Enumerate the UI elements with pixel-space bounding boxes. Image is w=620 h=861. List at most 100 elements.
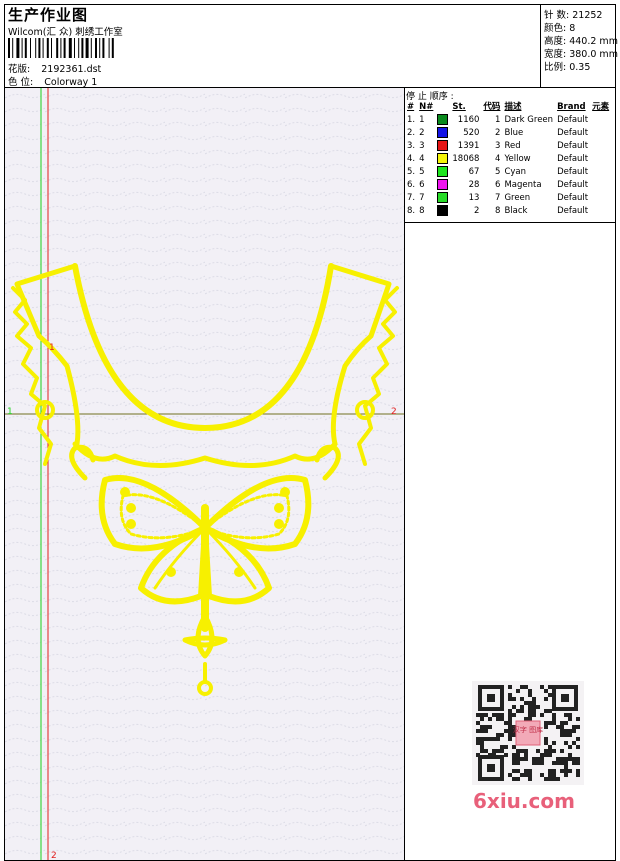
col-brand: Brand bbox=[557, 102, 586, 112]
stop-index: 8. bbox=[407, 206, 416, 216]
color-swatch bbox=[437, 166, 449, 177]
stop-code: 5 bbox=[495, 167, 501, 177]
table-row: 4. 4 18068 4 Yellow Default bbox=[405, 153, 611, 166]
design-preview: 1 1 2 2 bbox=[4, 87, 405, 861]
stop-brand: Default bbox=[557, 206, 589, 216]
stop-swatch bbox=[435, 192, 450, 205]
stop-stitches: 1160 bbox=[457, 115, 480, 125]
color-count: 颜色: 8 bbox=[544, 23, 576, 34]
qr-code-icon: 汉字 图库 bbox=[472, 681, 584, 785]
col-needle: N# bbox=[419, 102, 434, 112]
color-swatch bbox=[437, 153, 449, 164]
stop-needle: 6 bbox=[419, 180, 425, 190]
stop-element bbox=[590, 153, 611, 166]
stop-swatch bbox=[435, 153, 450, 166]
stop-index: 3. bbox=[407, 141, 416, 151]
stop-desc: Magenta bbox=[504, 180, 542, 190]
col-stitches: St. bbox=[452, 102, 466, 112]
axis-label-left: 1 bbox=[7, 407, 13, 417]
stop-desc: Red bbox=[504, 141, 521, 151]
stop-code: 1 bbox=[495, 115, 501, 125]
stop-swatch bbox=[435, 114, 450, 127]
stop-code: 3 bbox=[495, 141, 501, 151]
stop-swatch bbox=[435, 205, 450, 218]
stop-needle: 1 bbox=[419, 115, 425, 125]
page-title: 生产作业图 bbox=[8, 6, 89, 24]
stop-index: 7. bbox=[407, 193, 416, 203]
stop-element bbox=[590, 114, 611, 127]
stop-stitches: 2 bbox=[474, 206, 480, 216]
colorway-row: 色 位: Colorway 1 bbox=[8, 74, 97, 88]
stop-element bbox=[590, 205, 611, 218]
stop-index: 5. bbox=[407, 167, 416, 177]
stop-swatch bbox=[435, 127, 450, 140]
col-element: 元素 bbox=[592, 102, 610, 112]
stop-element bbox=[590, 127, 611, 140]
stop-element bbox=[590, 192, 611, 205]
stitch-count: 针 数: 21252 bbox=[544, 10, 603, 21]
stop-code: 8 bbox=[495, 206, 501, 216]
stop-element bbox=[590, 179, 611, 192]
barcode-icon bbox=[8, 38, 114, 58]
color-swatch bbox=[437, 205, 449, 216]
stop-code: 7 bbox=[495, 193, 501, 203]
stop-brand: Default bbox=[557, 154, 589, 164]
table-row: 6. 6 28 6 Magenta Default bbox=[405, 179, 611, 192]
stop-brand: Default bbox=[557, 141, 589, 151]
stop-desc: Cyan bbox=[504, 167, 526, 177]
axis-label-left-top: 1 bbox=[49, 343, 55, 353]
stop-index: 4. bbox=[407, 154, 416, 164]
stop-stitches: 67 bbox=[468, 167, 480, 177]
pattern-row: 花版: 2192361.dst bbox=[8, 61, 101, 75]
stop-needle: 7 bbox=[419, 193, 425, 203]
stop-index: 1. bbox=[407, 115, 416, 125]
embroidery-drawing: 1 1 2 2 bbox=[5, 88, 404, 861]
stop-swatch bbox=[435, 140, 450, 153]
table-row: 3. 3 1391 3 Red Default bbox=[405, 140, 611, 153]
stop-brand: Default bbox=[557, 193, 589, 203]
studio-name: Wilcom(汇 众) 刺绣工作室 bbox=[8, 27, 123, 38]
col-index: # bbox=[407, 102, 415, 112]
stop-element bbox=[590, 166, 611, 179]
design-scale: 比例: 0.35 bbox=[544, 62, 591, 73]
stop-element bbox=[590, 140, 611, 153]
color-swatch bbox=[437, 127, 449, 138]
stop-index: 2. bbox=[407, 128, 416, 138]
stop-needle: 8 bbox=[419, 206, 425, 216]
col-code: 代码 bbox=[483, 102, 501, 112]
stop-desc: Green bbox=[504, 193, 531, 203]
stop-index: 6. bbox=[407, 180, 416, 190]
stop-desc: Yellow bbox=[504, 154, 531, 164]
stop-swatch bbox=[435, 179, 450, 192]
stop-code: 4 bbox=[495, 154, 501, 164]
color-stops-table: # N# St. 代码 描述 Brand 元素 1. 1 1160 1 Dark Gre… bbox=[405, 101, 611, 218]
color-swatch bbox=[437, 114, 449, 125]
stop-brand: Default bbox=[557, 167, 589, 177]
design-height: 高度: 440.2 mm bbox=[544, 36, 618, 47]
color-stops-header: # N# St. 代码 描述 Brand 元素 bbox=[405, 101, 611, 114]
color-swatch bbox=[437, 192, 449, 203]
watermark-text: 6xiu.com bbox=[473, 789, 575, 813]
col-swatch bbox=[435, 101, 450, 114]
stop-needle: 2 bbox=[419, 128, 425, 138]
axis-label-right: 2 bbox=[391, 407, 397, 417]
col-desc: 描述 bbox=[504, 102, 522, 112]
axis-label-bottom: 2 bbox=[51, 851, 57, 861]
color-swatch bbox=[437, 179, 449, 190]
color-swatch bbox=[437, 140, 449, 151]
stop-code: 2 bbox=[495, 128, 501, 138]
stop-code: 6 bbox=[495, 180, 501, 190]
stop-needle: 3 bbox=[419, 141, 425, 151]
stop-stitches: 18068 bbox=[452, 154, 480, 164]
stop-brand: Default bbox=[557, 115, 589, 125]
design-width: 宽度: 380.0 mm bbox=[544, 49, 618, 60]
stop-desc: Blue bbox=[504, 128, 524, 138]
table-row: 5. 5 67 5 Cyan Default bbox=[405, 166, 611, 179]
stop-stitches: 520 bbox=[463, 128, 480, 138]
table-row: 8. 8 2 8 Black Default bbox=[405, 205, 611, 218]
stop-stitches: 28 bbox=[468, 180, 480, 190]
stop-brand: Default bbox=[557, 128, 589, 138]
stop-stitches: 13 bbox=[468, 193, 480, 203]
table-row: 1. 1 1160 1 Dark Green Default bbox=[405, 114, 611, 127]
stop-stitches: 1391 bbox=[457, 141, 480, 151]
